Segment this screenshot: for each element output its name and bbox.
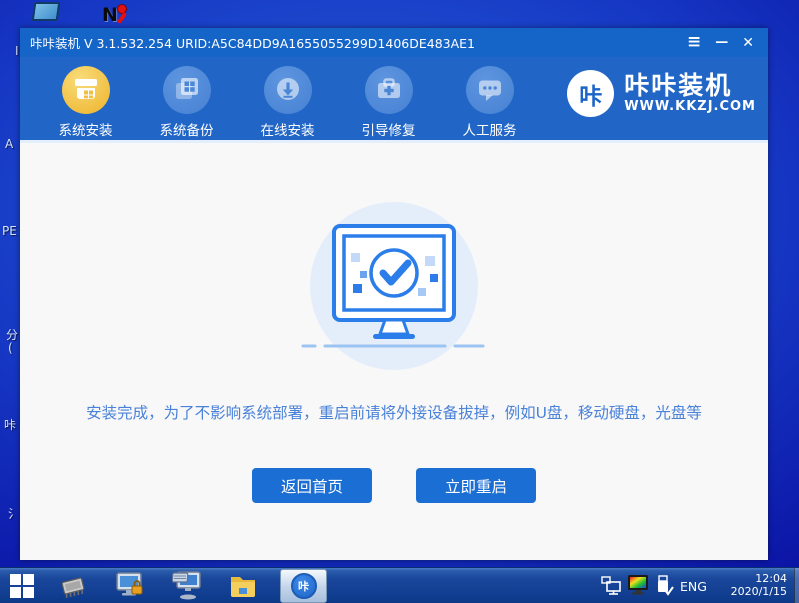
return-home-button[interactable]: 返回首页	[252, 468, 372, 503]
nav-item-human-service[interactable]: 人工服务	[453, 66, 526, 139]
nav-label: 引导修复	[352, 119, 425, 139]
nav-label: 人工服务	[453, 119, 526, 139]
nav-items: 系统安装 系统备份	[49, 66, 526, 139]
windows-logo-icon	[10, 587, 21, 598]
taskbar-chip-tool-icon[interactable]	[58, 572, 88, 603]
brand-site: WWW.KKZJ.COM	[624, 99, 756, 114]
nav-item-boot-repair[interactable]: 引导修复	[352, 66, 425, 139]
taskbar: 咔	[0, 567, 799, 603]
download-icon	[264, 66, 312, 114]
kaka-logo-icon: 咔	[567, 70, 614, 117]
desktop-label-fragment: (	[8, 341, 13, 355]
desktop-label-fragment: I	[15, 44, 19, 58]
install-complete-message: 安装完成，为了不影响系统部署，重启前请将外接设备拔掉，例如U盘，移动硬盘，光盘等	[20, 401, 768, 423]
tray-time: 12:04	[731, 572, 787, 585]
windows-logo-icon	[10, 574, 21, 585]
button-row: 返回首页 立即重启	[20, 468, 768, 503]
n-letter: N	[102, 4, 118, 26]
desktop-label-fragment: 咔	[4, 416, 16, 433]
minimize-icon[interactable]: —	[715, 36, 728, 49]
tray-display-color-icon[interactable]	[627, 574, 649, 600]
desktop-password-tool-icon[interactable]: N	[102, 4, 132, 28]
success-illustration	[301, 198, 487, 370]
desktop-label-fragment: A	[5, 137, 13, 151]
tray-language-indicator[interactable]: ENG	[680, 579, 707, 594]
backup-icon	[163, 66, 211, 114]
nav-bar: 系统安装 系统备份	[20, 57, 768, 140]
taskbar-file-explorer-icon[interactable]	[228, 572, 258, 603]
desktop-label-fragment: PE	[2, 224, 17, 238]
show-desktop-button[interactable]	[794, 568, 799, 603]
taskbar-kaka-app-button[interactable]: 咔	[280, 569, 327, 603]
windows-logo-icon	[23, 587, 34, 598]
install-box-icon	[62, 66, 110, 114]
nav-label: 在线安装	[251, 119, 324, 139]
restart-now-button[interactable]: 立即重启	[416, 468, 536, 503]
menu-icon[interactable]: ≡	[687, 34, 701, 51]
close-icon[interactable]: ✕	[742, 36, 754, 50]
taskbar-monitor-keyboard-icon[interactable]	[172, 571, 204, 603]
window-controls: ≡ — ✕	[687, 28, 754, 57]
desktop-label-fragment: 氵	[8, 505, 20, 522]
nav-item-system-backup[interactable]: 系统备份	[150, 66, 223, 139]
brand-name: 咔咔装机	[624, 73, 756, 99]
chat-icon	[466, 66, 514, 114]
kaka-installer-window: 咔咔装机 V 3.1.532.254 URID:A5C84DD9A1655055…	[20, 28, 768, 560]
start-button[interactable]	[10, 574, 34, 598]
taskbar-monitor-lock-icon[interactable]	[114, 571, 146, 603]
windows-logo-icon	[23, 574, 34, 585]
content-area: 安装完成，为了不影响系统部署，重启前请将外接设备拔掉，例如U盘，移动硬盘，光盘等…	[20, 140, 768, 560]
nav-item-system-install[interactable]: 系统安装	[49, 66, 122, 139]
brand-logo: 咔 咔咔装机 WWW.KKZJ.COM	[567, 70, 756, 117]
tray-date: 2020/1/15	[731, 585, 787, 598]
nav-label: 系统安装	[49, 119, 122, 139]
window-title: 咔咔装机 V 3.1.532.254 URID:A5C84DD9A1655055…	[30, 33, 475, 52]
repair-toolbox-icon	[365, 66, 413, 114]
nav-item-online-install[interactable]: 在线安装	[251, 66, 324, 139]
tray-usb-eject-icon[interactable]	[654, 575, 674, 601]
tray-clock[interactable]: 12:04 2020/1/15	[731, 572, 787, 598]
desktop: N I A PE 分 ( 咔 氵 咔咔装机 V 3.1.532.254 URID…	[0, 0, 799, 603]
nav-label: 系统备份	[150, 119, 223, 139]
desktop-monitor-icon[interactable]	[32, 2, 61, 21]
titlebar: 咔咔装机 V 3.1.532.254 URID:A5C84DD9A1655055…	[20, 28, 768, 57]
tray-network-icon[interactable]	[601, 576, 625, 600]
red-key-stem	[117, 12, 127, 24]
kaka-app-icon: 咔	[291, 573, 317, 599]
monitor-check-icon	[301, 198, 487, 370]
